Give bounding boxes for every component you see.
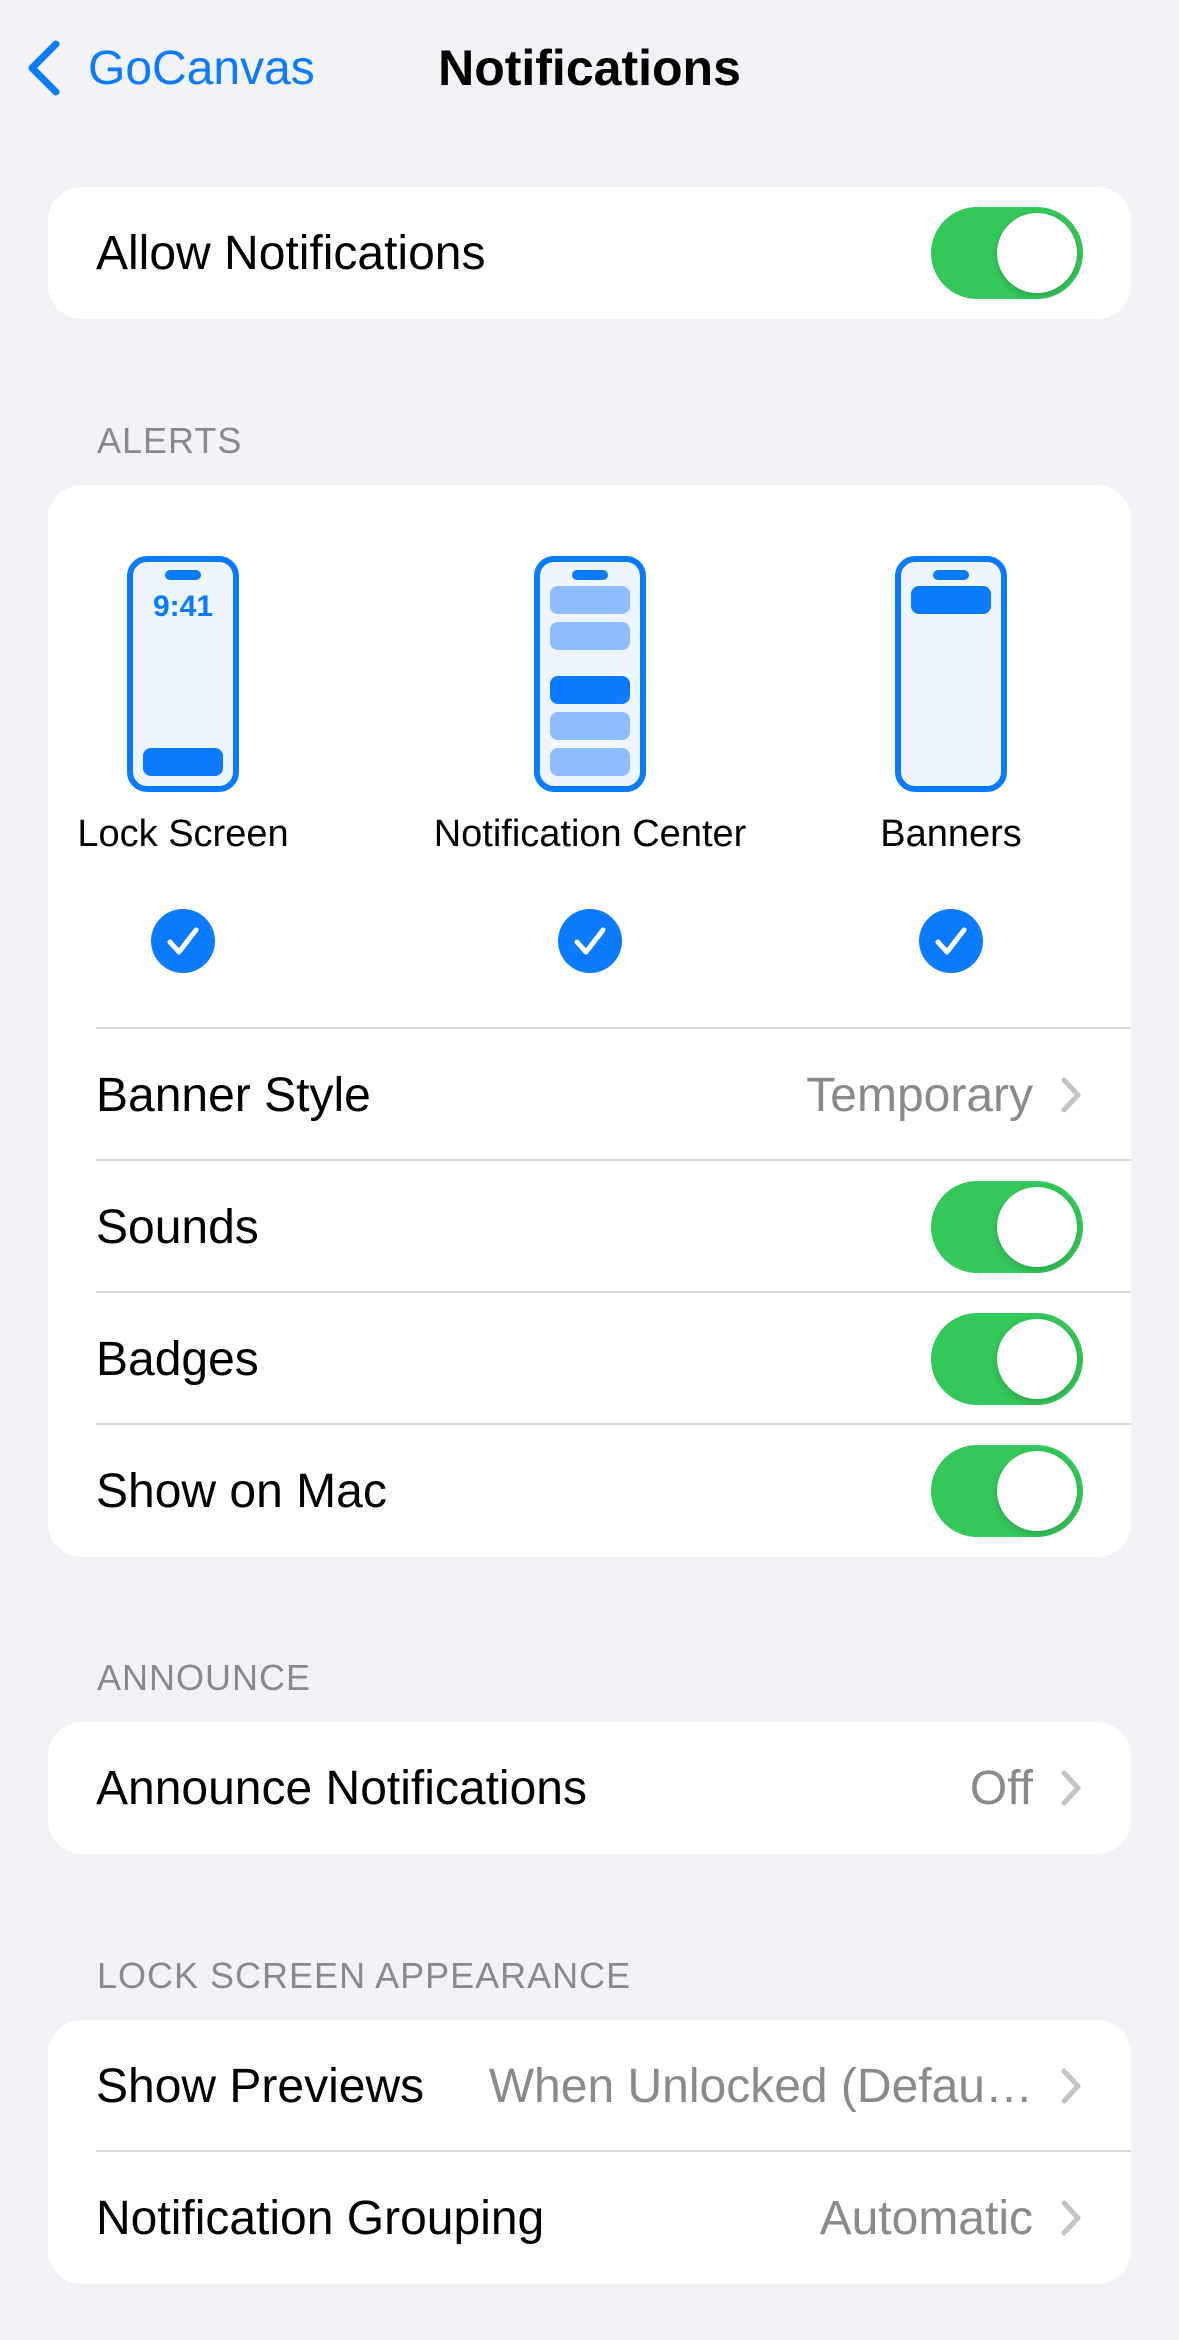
chevron-right-icon (1061, 1770, 1081, 1806)
notification-item (550, 622, 630, 650)
sounds-label: Sounds (96, 1200, 259, 1254)
lock-screen-time: 9:41 (152, 590, 214, 623)
notification-grouping-label: Notification Grouping (96, 2191, 545, 2245)
notification-grouping-row[interactable]: Notification Grouping Automatic (48, 2152, 1131, 2284)
banner-bar (911, 586, 991, 614)
lock-screen-appearance-section-header: LOCK SCREEN APPEARANCE (97, 1955, 632, 1996)
banners-checkmark-icon[interactable] (919, 909, 983, 973)
show-previews-label: Show Previews (96, 2059, 425, 2113)
alerts-card: 9:41 Lock Screen Notification Center Ban… (48, 485, 1131, 1557)
allow-notifications-toggle[interactable] (931, 207, 1083, 299)
announce-notifications-row[interactable]: Announce Notifications Off (48, 1722, 1131, 1854)
lock-screen-checkmark-icon[interactable] (151, 909, 215, 973)
show-previews-value: When Unlocked (Defau… (488, 2059, 1033, 2113)
banner-style-label: Banner Style (96, 1068, 371, 1122)
show-previews-row[interactable]: Show Previews When Unlocked (Defau… (48, 2020, 1131, 2152)
notification-item (550, 712, 630, 740)
chevron-right-icon (1061, 2068, 1081, 2104)
allow-notifications-row: Allow Notifications (48, 187, 1131, 319)
badges-row: Badges (48, 1293, 1131, 1425)
phone-notch (165, 570, 201, 580)
allow-notifications-label: Allow Notifications (96, 226, 486, 280)
checkmark-icon (935, 927, 967, 955)
banner-style-value: Temporary (806, 1068, 1033, 1122)
toggle-knob (997, 213, 1077, 293)
checkmark-icon (167, 927, 199, 955)
lock-screen-icon: 9:41 (127, 556, 239, 792)
notification-item (550, 586, 630, 614)
toggle-knob (997, 1451, 1077, 1531)
notification-center-label: Notification Center (433, 813, 747, 855)
show-on-mac-toggle[interactable] (931, 1445, 1083, 1537)
banner-style-row[interactable]: Banner Style Temporary (48, 1029, 1131, 1161)
notification-center-icon (534, 556, 646, 792)
announce-notifications-label: Announce Notifications (96, 1761, 587, 1815)
navigation-bar: GoCanvas Notifications (0, 0, 1179, 140)
page-title: Notifications (438, 40, 741, 96)
lock-screen-notification-bar (143, 748, 223, 776)
show-on-mac-label: Show on Mac (96, 1464, 387, 1518)
toggle-knob (997, 1319, 1077, 1399)
badges-toggle[interactable] (931, 1313, 1083, 1405)
notification-grouping-value: Automatic (819, 2191, 1033, 2245)
banners-label: Banners (880, 813, 1022, 855)
badges-label: Badges (96, 1332, 259, 1386)
announce-notifications-value: Off (969, 1761, 1033, 1815)
alert-styles: 9:41 Lock Screen Notification Center Ban… (48, 485, 1131, 1029)
chevron-right-icon (1061, 2200, 1081, 2236)
checkmark-icon (574, 927, 606, 955)
sounds-toggle[interactable] (931, 1181, 1083, 1273)
announce-section-header: ANNOUNCE (97, 1657, 312, 1698)
notification-center-checkmark-icon[interactable] (558, 909, 622, 973)
toggle-knob (997, 1187, 1077, 1267)
lock-screen-appearance-card: Show Previews When Unlocked (Defau… Noti… (48, 2020, 1131, 2284)
chevron-right-icon (1061, 1077, 1081, 1113)
phone-notch (572, 570, 608, 580)
notification-item (550, 748, 630, 776)
phone-notch (933, 570, 969, 580)
show-on-mac-row: Show on Mac (48, 1425, 1131, 1557)
allow-notifications-card: Allow Notifications (48, 187, 1131, 319)
banners-icon (895, 556, 1007, 792)
lock-screen-label: Lock Screen (77, 813, 289, 855)
sounds-row: Sounds (48, 1161, 1131, 1293)
alerts-section-header: ALERTS (97, 420, 243, 461)
announce-card: Announce Notifications Off (48, 1722, 1131, 1854)
notification-item-highlighted (550, 676, 630, 704)
